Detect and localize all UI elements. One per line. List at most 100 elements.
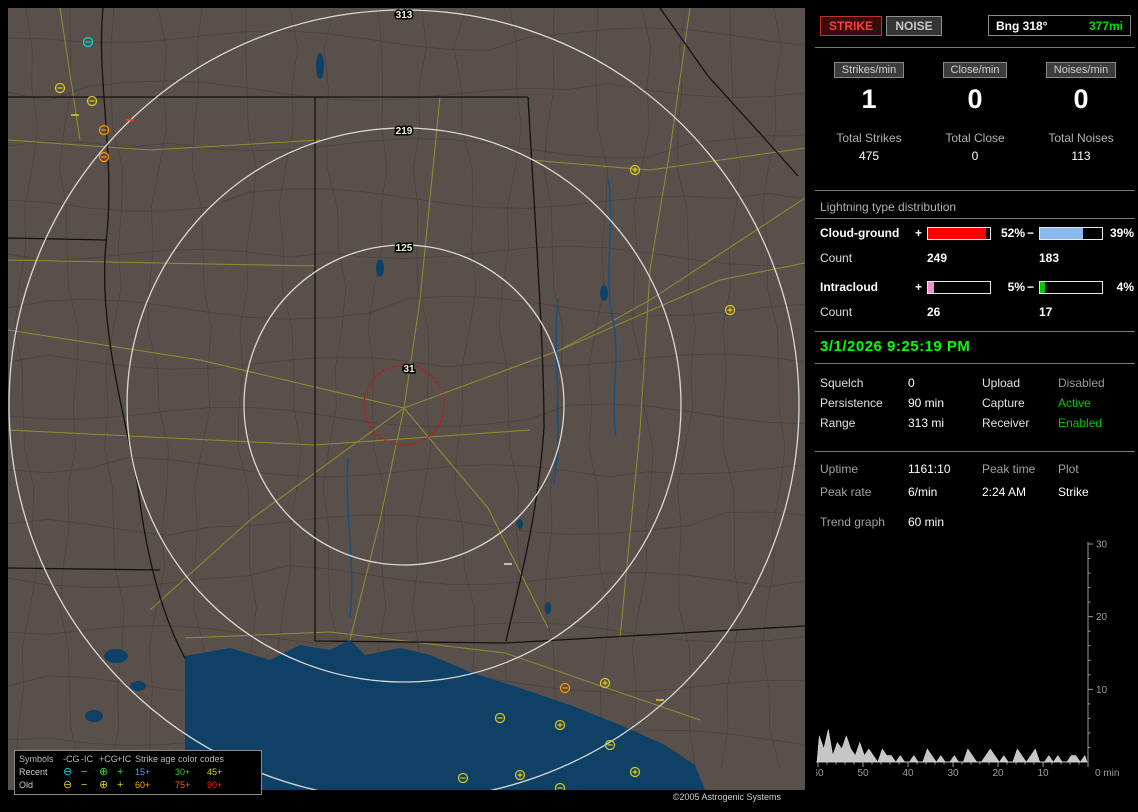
legend-col-icneg: -IC: [81, 754, 93, 764]
peak-rate-value: 6/min: [908, 485, 938, 499]
ic-positive-bar: [927, 280, 991, 294]
separator: [815, 218, 1135, 219]
control-panel: STRIKE NOISE Bng 318° 377mi Strikes/min …: [812, 0, 1138, 812]
svg-text:50: 50: [857, 768, 869, 779]
circled-minus-icon: ⊖: [63, 779, 73, 791]
ic-negative-bar: [1039, 280, 1103, 294]
plus-sign: +: [915, 226, 923, 240]
minus-sign: −: [1027, 280, 1035, 294]
squelch-label: Squelch: [820, 376, 864, 390]
cg-positive-count: 249: [927, 251, 948, 265]
minus-icon: −: [81, 766, 88, 778]
svg-text:40: 40: [902, 768, 914, 779]
rate-labels-row: Strikes/min Close/min Noises/min: [816, 62, 1134, 78]
separator: [815, 451, 1135, 452]
svg-text:10: 10: [1037, 768, 1049, 779]
ring-label-31: 31: [403, 364, 415, 375]
uptime-value: 1161:10: [908, 462, 951, 476]
legend-col-cgpos: +CG: [99, 754, 118, 764]
system-datetime: 3/1/2026 9:25:19 PM: [820, 338, 971, 355]
cloud-ground-label: Cloud-ground: [820, 226, 900, 240]
bearing-label: Bng 318°: [996, 18, 1048, 33]
svg-text:10: 10: [1096, 685, 1108, 696]
total-noises-value: 113: [1071, 149, 1091, 163]
capture-label: Capture: [982, 396, 1025, 410]
peak-time-value: 2:24 AM: [982, 485, 1027, 499]
plot-value: Strike: [1058, 485, 1089, 499]
trend-graph-label: Trend graph: [820, 515, 885, 529]
count-label: Count: [820, 251, 853, 265]
lightning-map[interactable]: 313 219 125 31 Symbols -CG -IC +CG +IC S…: [8, 8, 805, 804]
legend-symbols-label: Symbols: [19, 754, 54, 764]
persistence-value: 90 min: [908, 396, 945, 410]
intracloud-label: Intracloud: [820, 280, 879, 294]
cg-positive-pct: 52%: [1000, 226, 1025, 240]
ic-positive-pct: 5%: [1007, 280, 1025, 294]
intracloud-count-row: Count 26 17: [820, 305, 1136, 319]
plus-icon: +: [117, 766, 124, 778]
total-close-label: Total Close: [945, 131, 1005, 145]
cg-negative-bar: [1039, 226, 1103, 240]
peak-rate-label: Peak rate: [820, 485, 872, 499]
upload-status: Disabled: [1058, 376, 1105, 390]
total-values-row: 475 0 113: [816, 149, 1134, 163]
svg-text:20: 20: [992, 768, 1004, 779]
bearing-distance: 377mi: [1088, 18, 1123, 33]
intracloud-row: Intracloud + 5% − 4%: [820, 280, 1136, 294]
separator: [815, 47, 1135, 48]
close-per-min-label: Close/min: [942, 62, 1008, 78]
circled-plus-icon: ⊕: [99, 779, 109, 791]
ring-label-125: 125: [396, 243, 413, 254]
svg-text:30: 30: [947, 768, 959, 779]
circled-minus-icon: ⊖: [63, 766, 73, 778]
settings-row-range: Range 313 mi Receiver Enabled: [820, 416, 1136, 430]
trend-window-value: 60 min: [908, 515, 945, 529]
plot-label: Plot: [1058, 462, 1079, 476]
uptime-label: Uptime: [820, 462, 859, 476]
age-code: 60+: [135, 780, 151, 790]
settings-row-persistence: Persistence 90 min Capture Active: [820, 396, 1136, 410]
trend-graph-header: Trend graph 60 min: [820, 515, 1120, 529]
plus-sign: +: [915, 280, 923, 294]
stats-row-1: Uptime 1161:10 Peak time Plot: [820, 462, 1136, 476]
upload-label: Upload: [982, 376, 1021, 390]
separator: [815, 363, 1135, 364]
legend-col-icpos: +IC: [117, 754, 132, 764]
strikes-per-min-label: Strikes/min: [833, 62, 905, 78]
trend-graph-canvas: 60 50 40 30 20 10 0 min 10 20 30: [812, 540, 1119, 780]
plus-icon: +: [117, 779, 124, 791]
total-close-value: 0: [971, 149, 979, 163]
age-code: 30+: [175, 767, 191, 777]
noises-per-min-label: Noises/min: [1045, 62, 1117, 78]
total-noises-label: Total Noises: [1048, 131, 1114, 145]
svg-text:0 min: 0 min: [1095, 768, 1119, 779]
range-value: 313 mi: [908, 416, 945, 430]
close-per-min-value: 0: [967, 84, 983, 114]
total-strikes-label: Total Strikes: [836, 131, 902, 145]
total-labels-row: Total Strikes Total Close Total Noises: [816, 131, 1134, 145]
cloud-ground-count-row: Count 249 183: [820, 251, 1136, 265]
age-code: 15+: [135, 767, 151, 777]
svg-text:20: 20: [1096, 612, 1108, 623]
ic-positive-count: 26: [927, 305, 941, 319]
legend-row-recent-label: Recent: [19, 767, 48, 777]
map-canvas: 313 219 125 31: [8, 8, 805, 790]
settings-row-squelch: Squelch 0 Upload Disabled: [820, 376, 1136, 390]
capture-status: Active: [1058, 396, 1091, 410]
persistence-label: Persistence: [820, 396, 883, 410]
strikes-per-min-value: 1: [861, 84, 877, 114]
svg-text:30: 30: [1096, 540, 1108, 551]
peak-time-label: Peak time: [982, 462, 1036, 476]
cg-negative-count: 183: [1039, 251, 1060, 265]
strike-mode-button[interactable]: STRIKE: [820, 16, 882, 36]
noise-mode-button[interactable]: NOISE: [886, 16, 942, 36]
cg-positive-bar: [927, 226, 991, 240]
svg-text:60: 60: [816, 768, 824, 779]
legend-row-old-label: Old: [19, 780, 34, 790]
count-label: Count: [820, 305, 853, 319]
legend-age-title: Strike age color codes: [135, 754, 225, 764]
separator: [815, 190, 1135, 191]
squelch-value: 0: [908, 376, 915, 390]
total-strikes-value: 475: [858, 149, 880, 163]
map-legend: Symbols -CG -IC +CG +IC Strike age color…: [14, 750, 262, 795]
